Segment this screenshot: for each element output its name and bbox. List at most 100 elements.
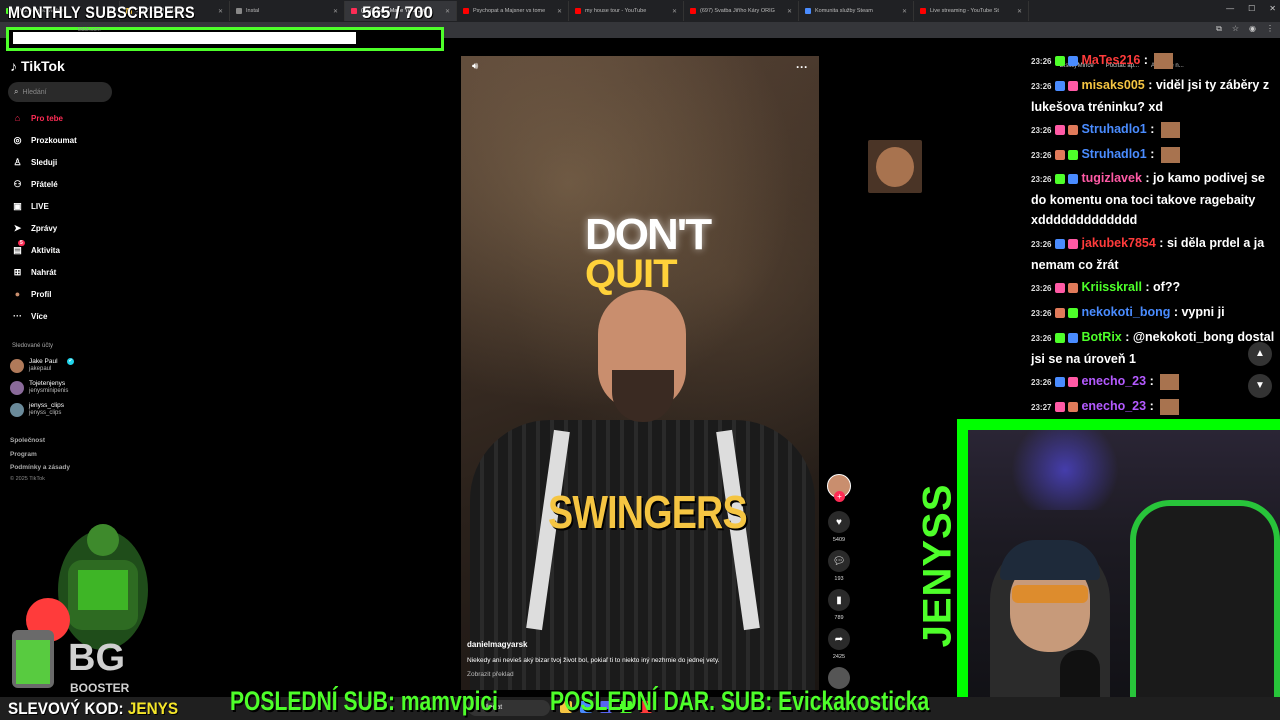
close-icon[interactable]: ✕ <box>1269 4 1276 13</box>
browser-tab[interactable]: Live streaming - YouTube St ✕ <box>914 1 1029 21</box>
footer-link-terms[interactable]: Podmínky a zásady <box>10 464 70 471</box>
window-controls: — ☐ ✕ <box>1226 4 1276 13</box>
maximize-icon[interactable]: ☐ <box>1248 4 1255 13</box>
menu-icon[interactable]: ⋮ <box>1266 24 1274 34</box>
translate-link[interactable]: Zobrazit překlad <box>467 671 514 678</box>
tab-favicon-icon <box>351 8 357 14</box>
followed-account[interactable]: Tojetenjenys jenysminipenis <box>10 380 68 395</box>
promo-label: SLEVOVÝ KOD: <box>8 699 128 718</box>
chat-username[interactable]: misaks005 <box>1081 78 1144 92</box>
more-options-icon[interactable]: ··· <box>796 60 808 74</box>
save-button[interactable]: ▮ <box>828 589 850 611</box>
nav-item-label: Více <box>31 311 48 321</box>
avatar-icon: ● <box>14 289 21 299</box>
chat-badge-icon <box>1068 173 1079 184</box>
browser-tab[interactable]: Psychopat a Majsner vs tome ✕ <box>457 1 569 21</box>
like-button[interactable]: ♥ <box>828 511 850 533</box>
avatar <box>10 358 24 373</box>
chat-username[interactable]: nekokoti_bong <box>1081 305 1170 319</box>
chat-username[interactable]: enecho_23 <box>1081 374 1146 388</box>
nav-item-zprávy[interactable]: ➤ Zprávy <box>12 220 58 236</box>
upload-icon: ⊞ <box>13 266 22 277</box>
nav-item-label: Sleduji <box>31 157 58 167</box>
avatar <box>10 402 24 417</box>
nav-item-přátelé[interactable]: ⚇ Přátelé <box>12 176 58 192</box>
share-button[interactable]: ➦ <box>828 628 850 650</box>
home-icon: ⌂ <box>14 113 21 123</box>
chat-badge-icon <box>1068 124 1079 135</box>
nav-item-více[interactable]: ··· Více <box>12 308 47 324</box>
nav-item-label: Prozkoumat <box>31 135 77 145</box>
tab-close-icon[interactable]: ✕ <box>1011 8 1022 15</box>
webcam-gaming-chair <box>1130 500 1280 720</box>
comment-count: 193 <box>834 576 844 582</box>
follow-plus-icon[interactable]: + <box>834 491 845 502</box>
chat-badge-icon <box>1068 55 1079 66</box>
chat-scroll-down-icon[interactable]: ▼ <box>1248 374 1272 398</box>
footer-link-program[interactable]: Program <box>10 451 37 458</box>
heart-icon: ♥ <box>836 516 842 528</box>
chat-badge-icon <box>1068 307 1079 318</box>
browser-tab[interactable]: Komunita služby Steam ✕ <box>799 1 914 21</box>
tab-close-icon[interactable]: ✕ <box>781 8 792 15</box>
nav-item-pro-tebe[interactable]: ⌂ Pro tebe <box>12 110 63 126</box>
browser-tab[interactable]: (697) Svatba Jiřího Káry ORIG ✕ <box>684 1 799 21</box>
chat-badge-icon <box>1068 332 1079 343</box>
comment-icon: 💬︎ <box>832 555 846 567</box>
profile-icon[interactable]: ◉ <box>1249 24 1256 34</box>
chat-badge-icon <box>1068 376 1079 387</box>
nav-item-nahrát[interactable]: ⊞ Nahrát <box>12 264 57 280</box>
nav-item-sleduji[interactable]: ♙ Sleduji <box>12 154 57 170</box>
tab-title: (697) Svatba Jiřího Káry ORIG <box>700 8 775 14</box>
avatar <box>10 380 24 395</box>
chat-timestamp: 23:26 <box>1031 378 1052 387</box>
volume-icon[interactable]: 🔊︎ <box>472 61 478 72</box>
last-sub-ticker: POSLEDNÍ SUB: mamvpici <box>230 686 498 716</box>
followed-account[interactable]: jenyss_clips jenyss_clips <box>10 402 64 417</box>
bookmark-star-icon[interactable]: ☆ <box>1232 24 1239 34</box>
chat-username[interactable]: Struhadlo1 <box>1081 122 1146 136</box>
chat-badge-icon <box>1055 376 1066 387</box>
search-input[interactable]: ⌕ Hledání <box>8 82 112 102</box>
browser-tab[interactable]: Instal ✕ <box>230 1 345 21</box>
chat-username[interactable]: Struhadlo1 <box>1081 147 1146 161</box>
chat-username[interactable]: enecho_23 <box>1081 399 1146 413</box>
tab-title: my house tour - YouTube <box>585 8 647 14</box>
nav-item-profil[interactable]: ● Profil <box>12 286 52 302</box>
tab-title: Live streaming - YouTube St <box>930 8 999 14</box>
video-author[interactable]: danielmagyarsk <box>467 640 527 649</box>
nav-item-aktivita[interactable]: ▤ Aktivita 5 <box>12 240 60 258</box>
chat-username[interactable]: MaTes216 <box>1081 53 1140 67</box>
bookmark-icon: ▮ <box>836 594 842 606</box>
comment-button[interactable]: 💬︎ <box>828 550 850 572</box>
tab-close-icon[interactable]: ✕ <box>439 8 450 15</box>
account-handle: jenyss_clips <box>29 410 62 416</box>
tab-close-icon[interactable]: ✕ <box>551 8 562 15</box>
chat-scroll-up-icon[interactable]: ▲ <box>1248 342 1272 366</box>
tiktok-logo[interactable]: ♪ TikTok <box>10 58 65 74</box>
followed-account[interactable]: Jake Paul jakepaul ✔ <box>10 358 74 373</box>
chat-badge-icon <box>1055 55 1066 66</box>
address-url[interactable]: tiktok.com <box>78 27 101 33</box>
tab-close-icon[interactable]: ✕ <box>896 8 907 15</box>
nav-item-prozkoumat[interactable]: ◎ Prozkoumat <box>12 132 77 148</box>
extension-icon[interactable]: ⧉ <box>1216 24 1222 34</box>
chat-badge-icon <box>1055 307 1066 318</box>
nav-item-label: Přátelé <box>31 179 58 189</box>
chat-username[interactable]: BotRix <box>1081 330 1121 344</box>
person-icon: ♙ <box>13 156 22 167</box>
chat-username[interactable]: tugizlavek <box>1081 171 1141 185</box>
browser-tab[interactable]: my house tour - YouTube ✕ <box>569 1 684 21</box>
nav-item-label: Aktivita <box>31 245 60 255</box>
footer-link-company[interactable]: Společnost <box>10 437 45 444</box>
chat-message: 23:26 MaTes216 : <box>1031 50 1276 72</box>
chat-badge-icon <box>1055 124 1066 135</box>
chat-username[interactable]: Kriisskrall <box>1081 280 1141 294</box>
tab-close-icon[interactable]: ✕ <box>327 8 338 15</box>
nav-item-live[interactable]: ▣ LIVE <box>12 198 49 214</box>
tab-close-icon[interactable]: ✕ <box>666 8 677 15</box>
minimize-icon[interactable]: — <box>1226 4 1234 13</box>
chat-separator: : <box>1141 280 1154 294</box>
chat-username[interactable]: jakubek7854 <box>1081 236 1155 250</box>
tab-close-icon[interactable]: ✕ <box>212 8 223 15</box>
